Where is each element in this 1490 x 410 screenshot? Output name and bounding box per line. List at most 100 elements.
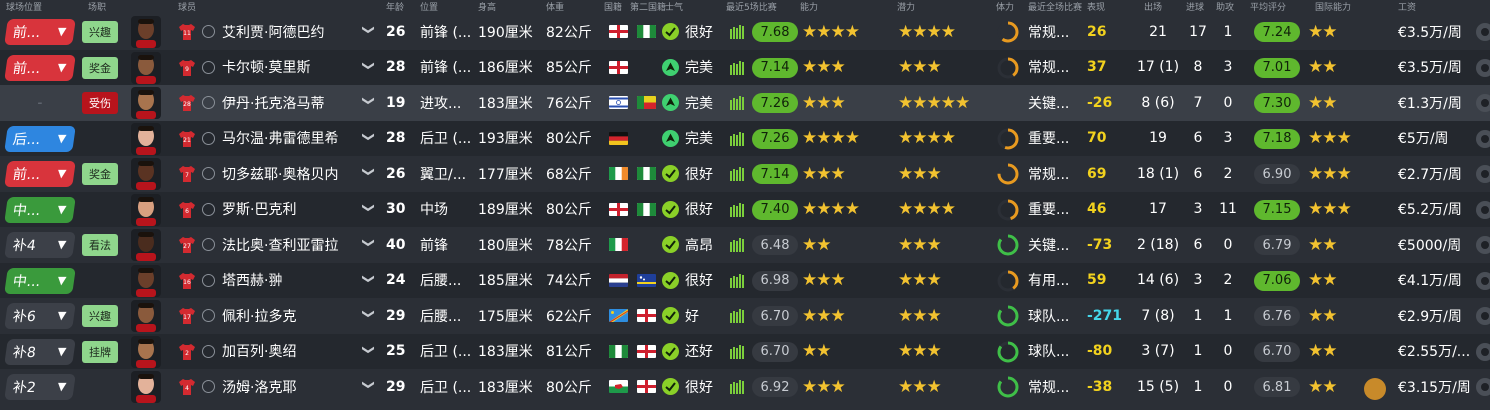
nigeria-flag-icon (637, 202, 656, 216)
person-icon[interactable] (202, 238, 215, 251)
player-row[interactable]: 补6 ▼ 兴趣 17 佩利·拉多克 ❯ 29 后腰... 175厘米 62公斤好 6.70 ★★★ ★★… (0, 298, 1490, 334)
row-options-button[interactable] (1476, 271, 1490, 290)
player-portrait[interactable] (131, 264, 161, 297)
position-selector[interactable]: 中... ▼ (4, 267, 76, 294)
chevron-down-icon[interactable]: ❯ (351, 344, 387, 358)
header-height[interactable]: 身高 (478, 0, 496, 13)
chevron-down-icon[interactable]: ❯ (351, 380, 387, 394)
position-selector[interactable]: 前... ▼ (4, 161, 76, 187)
header-last-match[interactable]: 最近全场比赛 (1028, 0, 1082, 13)
header-form[interactable]: 最近5场比赛 (726, 0, 777, 13)
header-player[interactable]: 球员 (178, 0, 196, 13)
row-options-button[interactable] (1476, 200, 1490, 219)
status-tag[interactable]: 兴趣 (82, 21, 118, 43)
chevron-down-icon[interactable]: ❯ (351, 309, 387, 323)
row-options-button[interactable] (1476, 23, 1490, 41)
position-selector[interactable]: 前... ▼ (4, 54, 76, 81)
header-ability[interactable]: 能力 (800, 0, 818, 13)
potential-stars: ★★★★ (898, 128, 956, 149)
person-icon[interactable] (202, 96, 215, 109)
player-row[interactable]: 中... ▼ 16 塔西赫·翀 ❯ 24 后腰... 185厘米 74公斤 很好 6.98 ★★★ ★★… (0, 262, 1490, 298)
person-icon[interactable] (202, 273, 215, 287)
person-icon[interactable] (202, 131, 215, 145)
status-tag[interactable]: 奖金 (82, 56, 118, 79)
position-selector[interactable]: 前... ▼ (4, 19, 76, 45)
header-performance[interactable]: 表现 (1087, 0, 1105, 13)
header-goals[interactable]: 进球 (1186, 0, 1204, 13)
player-portrait[interactable] (131, 87, 161, 119)
player-portrait[interactable] (131, 16, 161, 48)
player-row[interactable]: 补8 ▼ 挂牌 2 加百列·奥绍 ❯ 25 后卫 (... 183厘米 81公斤 还好 6.70 ★★ ★… (0, 333, 1490, 369)
person-icon[interactable] (202, 344, 215, 358)
chevron-down-icon[interactable]: ❯ (351, 273, 387, 287)
player-portrait[interactable] (131, 335, 161, 368)
player-row[interactable]: - 受伤 28 伊丹·托克洛马蒂 ❯ 19 进攻... 183厘米 76公斤 完美 7.26 ★★★ ★… (0, 85, 1490, 121)
position-selector[interactable]: 补6 ▼ (4, 303, 76, 329)
chevron-down-icon[interactable]: ❯ (351, 25, 387, 39)
person-icon[interactable] (202, 25, 215, 38)
player-row[interactable]: 后... ▼ 21 马尔温·弗雷德里希 ❯ 28 后卫 (... 193厘米 80公斤 完美 7.2… (0, 120, 1490, 156)
status-tag[interactable]: 挂牌 (82, 340, 118, 363)
chevron-down-icon[interactable]: ❯ (351, 60, 387, 74)
position-selector[interactable]: 补4 ▼ (4, 232, 76, 258)
row-options-button[interactable] (1476, 129, 1490, 148)
header-potential[interactable]: 潜力 (897, 0, 915, 13)
status-tag[interactable]: 看法 (82, 234, 118, 256)
appearances: 8 (6) (1141, 94, 1175, 111)
row-options-button[interactable] (1476, 342, 1490, 361)
player-row[interactable]: 中... ▼ 6 罗斯·巴克利 ❯ 30 中场 189厘米 80公斤 很好 7.40 ★★★★ ★★★★… (0, 191, 1490, 227)
chevron-down-icon[interactable]: ❯ (351, 202, 387, 216)
position-selector[interactable]: 中... ▼ (4, 196, 76, 223)
header-assists[interactable]: 助攻 (1216, 0, 1234, 13)
player-wage: €4.1万/周 (1398, 273, 1462, 290)
player-portrait[interactable] (131, 193, 161, 226)
header-nation[interactable]: 国籍 (604, 0, 622, 13)
chevron-down-icon[interactable]: ❯ (351, 131, 387, 145)
chevron-down-icon[interactable]: ❯ (351, 167, 387, 181)
header-apps[interactable]: 出场 (1144, 0, 1162, 13)
header-age[interactable]: 年龄 (386, 0, 404, 13)
player-portrait[interactable] (131, 229, 161, 261)
header-pos[interactable]: 位置 (420, 0, 438, 13)
row-options-button[interactable] (1476, 378, 1490, 396)
player-portrait[interactable] (131, 122, 161, 155)
position-selector[interactable]: - (4, 90, 76, 116)
header-morale[interactable]: 士气 (665, 0, 683, 13)
status-tag[interactable]: 兴趣 (82, 305, 118, 327)
header-position[interactable]: 球场位置 (6, 0, 42, 13)
player-row[interactable]: 前... ▼ 奖金 9 卡尔顿·莫里斯 ❯ 28 前锋 (... 186厘米 85公斤 完美 7.14… (0, 49, 1490, 85)
player-portrait[interactable] (131, 371, 161, 403)
chevron-down-icon[interactable]: ❯ (351, 96, 387, 110)
player-row[interactable]: 前... ▼ 奖金 7 切多兹耶·奥格贝内 ❯ 26 翼卫/... 177厘米 68公斤 很好 7.1… (0, 156, 1490, 192)
header-avg-rating[interactable]: 平均评分 (1250, 0, 1286, 13)
header-weight[interactable]: 体重 (546, 0, 564, 13)
status-tag[interactable]: 受伤 (82, 92, 118, 114)
player-row[interactable]: 前... ▼ 兴趣 11 艾利贾·阿德巴约 ❯ 26 前锋 (... 190厘米 82公斤 很好 7.… (0, 14, 1490, 50)
player-row[interactable]: 补4 ▼ 看法 27 法比奥·查利亚雷拉 ❯ 40 前锋 180厘米 78公斤 高昂 6.48 ★★ ★★… (0, 227, 1490, 263)
header-nation2[interactable]: 第二国籍 (630, 0, 666, 13)
position-selector[interactable]: 补2 ▼ (4, 374, 76, 400)
status-tag[interactable]: 奖金 (82, 163, 118, 185)
header-intl[interactable]: 国际能力 (1315, 0, 1351, 13)
header-condition[interactable]: 体力 (996, 0, 1014, 13)
position-selector[interactable]: 补8 ▼ (4, 338, 76, 365)
row-options-button[interactable] (1476, 165, 1490, 183)
row-options-button[interactable] (1476, 307, 1490, 325)
person-icon[interactable] (202, 202, 215, 216)
person-icon[interactable] (202, 167, 215, 180)
player-portrait[interactable] (131, 300, 161, 332)
row-options-button[interactable] (1476, 94, 1490, 112)
person-icon[interactable] (202, 60, 215, 74)
international-stars: ★★★ (1308, 128, 1352, 149)
person-icon[interactable] (202, 380, 215, 393)
chevron-down-icon[interactable]: ❯ (351, 238, 387, 252)
header-role[interactable]: 场职 (88, 0, 106, 13)
position-selector[interactable]: 后... ▼ (4, 125, 76, 152)
player-portrait[interactable] (131, 51, 161, 84)
person-icon[interactable] (202, 309, 215, 322)
player-row[interactable]: 补2 ▼ 4 汤姆·洛克耶 ❯ 29 后卫 (... 183厘米 80公斤 很好 6.92 ★★★ ★★… (0, 369, 1490, 405)
row-options-button[interactable] (1476, 58, 1490, 77)
header-wage[interactable]: 工资 (1398, 0, 1416, 13)
player-portrait[interactable] (131, 158, 161, 190)
row-options-button[interactable] (1476, 236, 1490, 254)
